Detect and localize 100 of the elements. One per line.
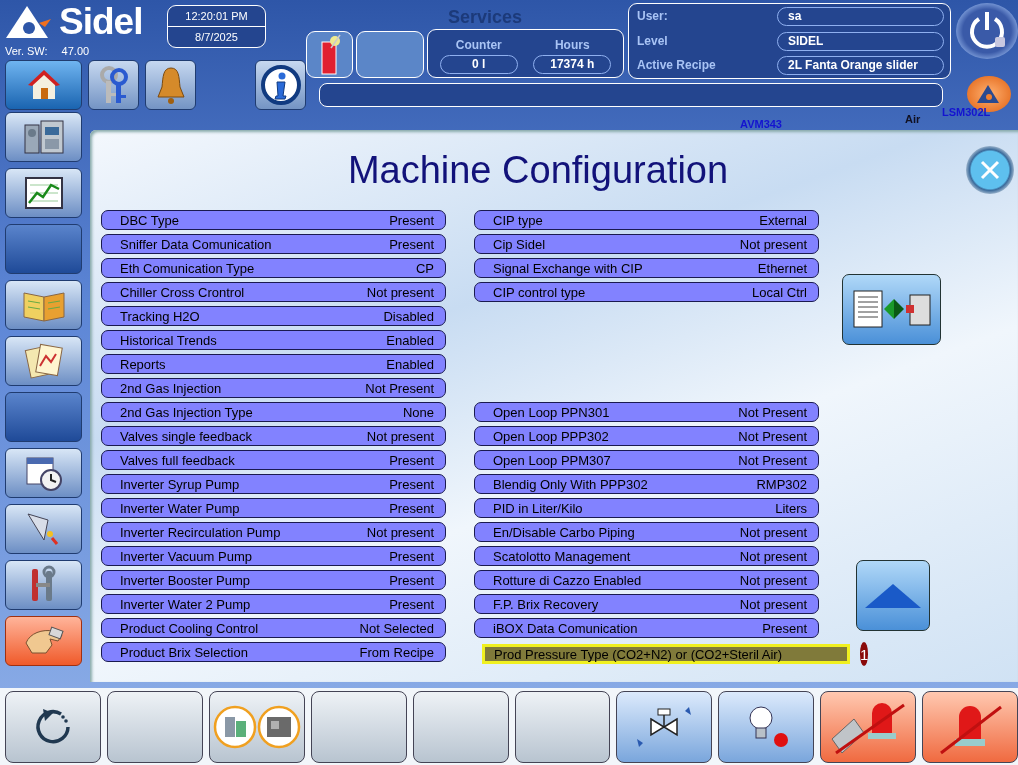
setting-label: Valves full feedback: [120, 452, 235, 468]
config-row[interactable]: 2nd Gas Injection Not Present: [101, 378, 446, 398]
setting-value: Not present: [739, 572, 807, 588]
function-button[interactable]: [820, 691, 917, 763]
config-row[interactable]: Chiller Cross Crontrol Not present: [101, 282, 446, 302]
config-row[interactable]: Rotture di Cazzo Enabled Not present: [474, 570, 819, 590]
setting-label: Open Loop PPN301: [493, 404, 610, 420]
setting-label: Inverter Water 2 Pump: [120, 596, 251, 612]
config-row[interactable]: 2nd Gas Injection Type None: [101, 402, 446, 422]
config-row[interactable]: Inverter Booster Pump Present: [101, 570, 446, 590]
setting-label: 2nd Gas Injection Type: [120, 404, 253, 420]
setting-label: Prod Pressure Type (CO2+N2) or (CO2+Steril Air): [494, 646, 783, 662]
sidebar-button[interactable]: [5, 112, 82, 162]
setting-value: RMP302: [756, 476, 807, 492]
config-row[interactable]: En/Disable Carbo Piping Not present: [474, 522, 819, 542]
tag-label: Air: [905, 113, 921, 125]
setting-label: Scatolotto Management: [493, 548, 631, 564]
hours-label: Hours: [554, 37, 590, 52]
trend-chart-icon: [24, 177, 63, 209]
function-button[interactable]: [208, 691, 305, 763]
setting-value: Present: [389, 572, 434, 588]
sidebar-button[interactable]: [5, 168, 82, 218]
setting-value: Local Ctrl: [752, 284, 807, 300]
setting-value: Not present: [739, 596, 807, 612]
setting-label: Inverter Syrup Pump: [120, 476, 240, 492]
function-button[interactable]: [5, 691, 101, 763]
setting-label: Inverter Recirculation Pump: [120, 524, 281, 540]
setting-label: Open Loop PPM307: [493, 452, 611, 468]
function-button[interactable]: [718, 691, 815, 763]
setting-label: Blendig Only With PPP302: [493, 476, 648, 492]
toolbar-button[interactable]: [88, 60, 139, 110]
recipe-tile[interactable]: [306, 31, 353, 78]
function-button[interactable]: [922, 691, 1018, 763]
setting-value: Enabled: [386, 332, 434, 348]
config-row[interactable]: Inverter Water 2 Pump Present: [101, 594, 446, 614]
setting-label: F.P. Brix Recovery: [493, 596, 599, 612]
function-button[interactable]: [310, 691, 407, 763]
setting-value: Not Selected: [359, 620, 434, 636]
setting-label: Rotture di Cazzo Enabled: [493, 572, 642, 588]
close-button[interactable]: [966, 146, 1014, 194]
toolbar-button[interactable]: [145, 60, 196, 110]
setting-value: Not present: [739, 524, 807, 540]
sidebar-button[interactable]: [5, 280, 82, 330]
config-row[interactable]: Product Cooling Control Not Selected: [101, 618, 446, 638]
setting-value: External: [759, 212, 807, 228]
export-button[interactable]: [842, 274, 941, 345]
toolbar-button[interactable]: [255, 60, 306, 110]
config-row[interactable]: F.P. Brix Recovery Not present: [474, 594, 819, 614]
function-button[interactable]: [412, 691, 509, 763]
config-row[interactable]: DBC Type Present: [101, 210, 446, 230]
config-row[interactable]: Open Loop PPN301 Not Present: [474, 402, 819, 422]
config-row[interactable]: Valves single feedback Not present: [101, 426, 446, 446]
setting-label: En/Disable Carbo Piping: [493, 524, 635, 540]
config-row[interactable]: iBOX Data Comunication Present: [474, 618, 819, 638]
home-button[interactable]: [5, 60, 82, 110]
config-row[interactable]: Open Loop PPP302 Not Present: [474, 426, 819, 446]
config-row[interactable]: CIP control type Local Ctrl: [474, 282, 819, 302]
setting-value: Not present: [739, 548, 807, 564]
empty-tile: [356, 31, 424, 78]
config-row[interactable]: Valves full feedback Present: [101, 450, 446, 470]
field-label: User:: [637, 8, 669, 25]
config-row[interactable]: Product Brix Selection From Recipe: [101, 642, 446, 662]
config-row[interactable]: CIP type External: [474, 210, 819, 230]
config-row[interactable]: Blendig Only With PPP302 RMP302: [474, 474, 819, 494]
function-button[interactable]: [616, 691, 713, 763]
config-row[interactable]: Tracking H2O Disabled: [101, 306, 446, 326]
setting-label: Open Loop PPP302: [493, 428, 609, 444]
config-row[interactable]: Inverter Vacuum Pump Present: [101, 546, 446, 566]
function-button[interactable]: [514, 691, 611, 763]
setting-value: Present: [762, 620, 807, 636]
config-row[interactable]: Cip Sidel Not present: [474, 234, 819, 254]
config-row[interactable]: PID in Liter/Kilo Liters: [474, 498, 819, 518]
config-row[interactable]: Inverter Syrup Pump Present: [101, 474, 446, 494]
config-row[interactable]: Signal Exchange with CIP Ethernet: [474, 258, 819, 278]
config-row[interactable]: Prod Pressure Type (CO2+N2) or (CO2+Steril Air): [482, 644, 850, 664]
tanks-icon: [212, 705, 301, 749]
notification-badge: 1: [860, 642, 869, 666]
setting-value: Not present: [366, 524, 434, 540]
setting-value: Present: [389, 476, 434, 492]
function-button[interactable]: [106, 691, 203, 763]
sidebar-button[interactable]: [5, 336, 82, 386]
setting-label: Reports: [120, 356, 166, 372]
sidebar-button[interactable]: [5, 560, 82, 610]
config-row[interactable]: Inverter Recirculation Pump Not present: [101, 522, 446, 542]
info-icon: [260, 65, 301, 105]
sidebar-button[interactable]: [5, 448, 82, 498]
scroll-up-button[interactable]: [856, 560, 930, 631]
sidebar-button[interactable]: [5, 504, 82, 554]
config-row[interactable]: Sniffer Data Comunication Present: [101, 234, 446, 254]
setting-value: Enabled: [386, 356, 434, 372]
tag-label: LSM302L: [942, 106, 991, 118]
up-arrow-icon: [864, 582, 922, 609]
config-row[interactable]: Eth Comunication Type CP: [101, 258, 446, 278]
config-row[interactable]: Scatolotto Management Not present: [474, 546, 819, 566]
config-row[interactable]: Reports Enabled: [101, 354, 446, 374]
house-icon: [26, 69, 61, 101]
config-row[interactable]: Inverter Water Pump Present: [101, 498, 446, 518]
config-row[interactable]: Open Loop PPM307 Not Present: [474, 450, 819, 470]
tag-label: AVM343: [740, 118, 782, 130]
config-row[interactable]: Historical Trends Enabled: [101, 330, 446, 350]
